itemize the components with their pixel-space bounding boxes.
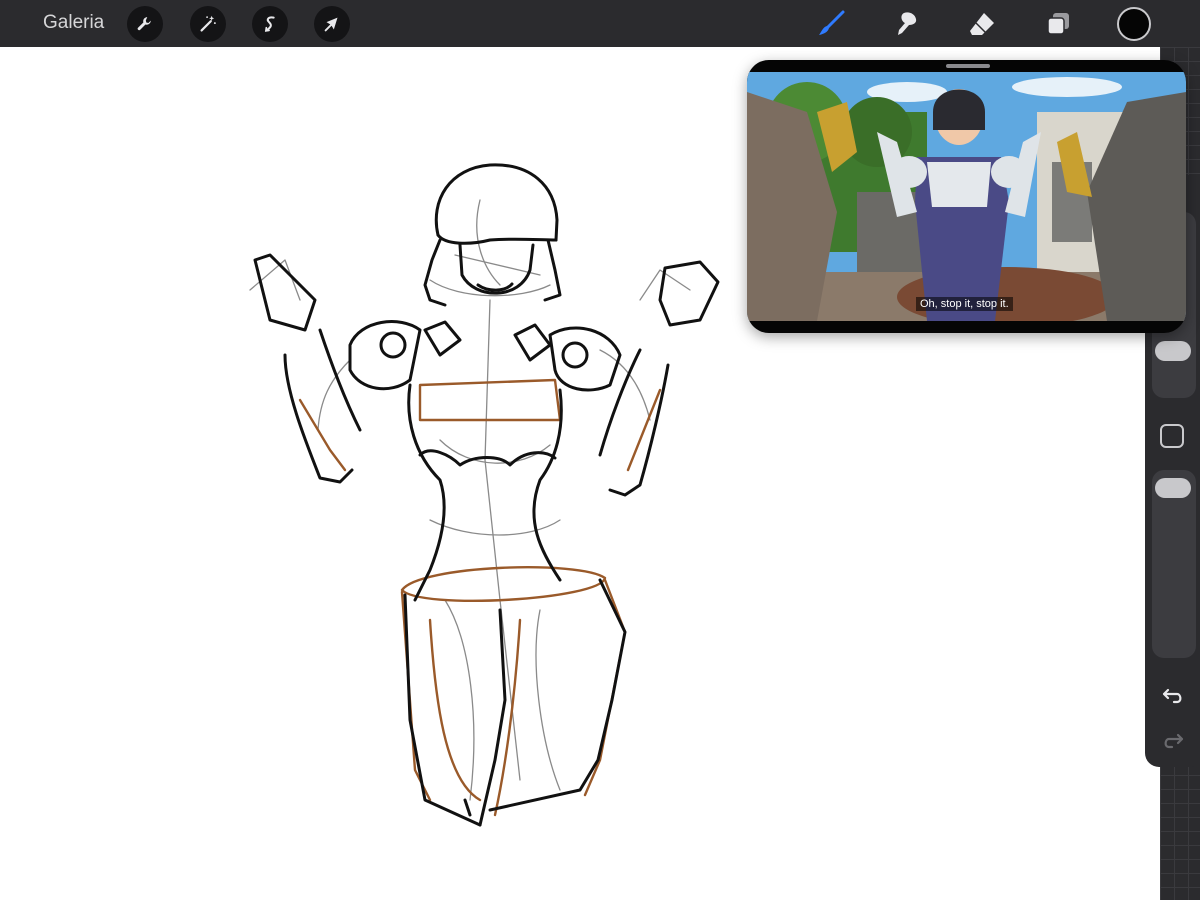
opacity-slider[interactable] <box>1152 470 1196 658</box>
video-subtitle: Oh, stop it, stop it. <box>916 297 1013 311</box>
gallery-button[interactable]: Galeria <box>43 12 104 34</box>
modifier-button[interactable] <box>1160 424 1184 448</box>
guide-lines <box>298 378 662 817</box>
adjustments-button[interactable] <box>190 6 226 42</box>
layers-icon <box>1047 13 1069 35</box>
smudge-tool-button[interactable] <box>889 7 923 41</box>
picture-in-picture-window[interactable] <box>747 60 1186 333</box>
brush-tool-button[interactable] <box>814 7 848 41</box>
wrench-icon <box>137 17 151 31</box>
arrow-cursor-icon <box>324 17 338 32</box>
magic-wand-icon <box>200 15 216 32</box>
brush-size-thumb[interactable] <box>1155 341 1191 361</box>
opacity-thumb[interactable] <box>1155 478 1191 498</box>
ink-lines <box>253 163 720 827</box>
color-picker-button[interactable] <box>1117 7 1151 41</box>
construction-lines <box>249 199 691 801</box>
selection-s-icon <box>264 16 275 32</box>
smudge-icon <box>898 12 917 35</box>
redo-button[interactable] <box>1160 727 1186 753</box>
layers-tool-button[interactable] <box>1041 7 1075 41</box>
actions-button[interactable] <box>127 6 163 42</box>
video-frame <box>747 72 1186 321</box>
undo-button[interactable] <box>1160 682 1186 708</box>
pip-drag-handle[interactable] <box>946 64 990 68</box>
top-toolbar: Galeria <box>0 0 1200 47</box>
eraser-tool-button[interactable] <box>965 7 999 41</box>
brush-icon <box>819 10 845 35</box>
eraser-icon <box>970 13 994 35</box>
redo-arrow-icon <box>1164 733 1184 749</box>
transform-button[interactable] <box>314 6 350 42</box>
selection-button[interactable] <box>252 6 288 42</box>
undo-arrow-icon <box>1162 688 1182 704</box>
